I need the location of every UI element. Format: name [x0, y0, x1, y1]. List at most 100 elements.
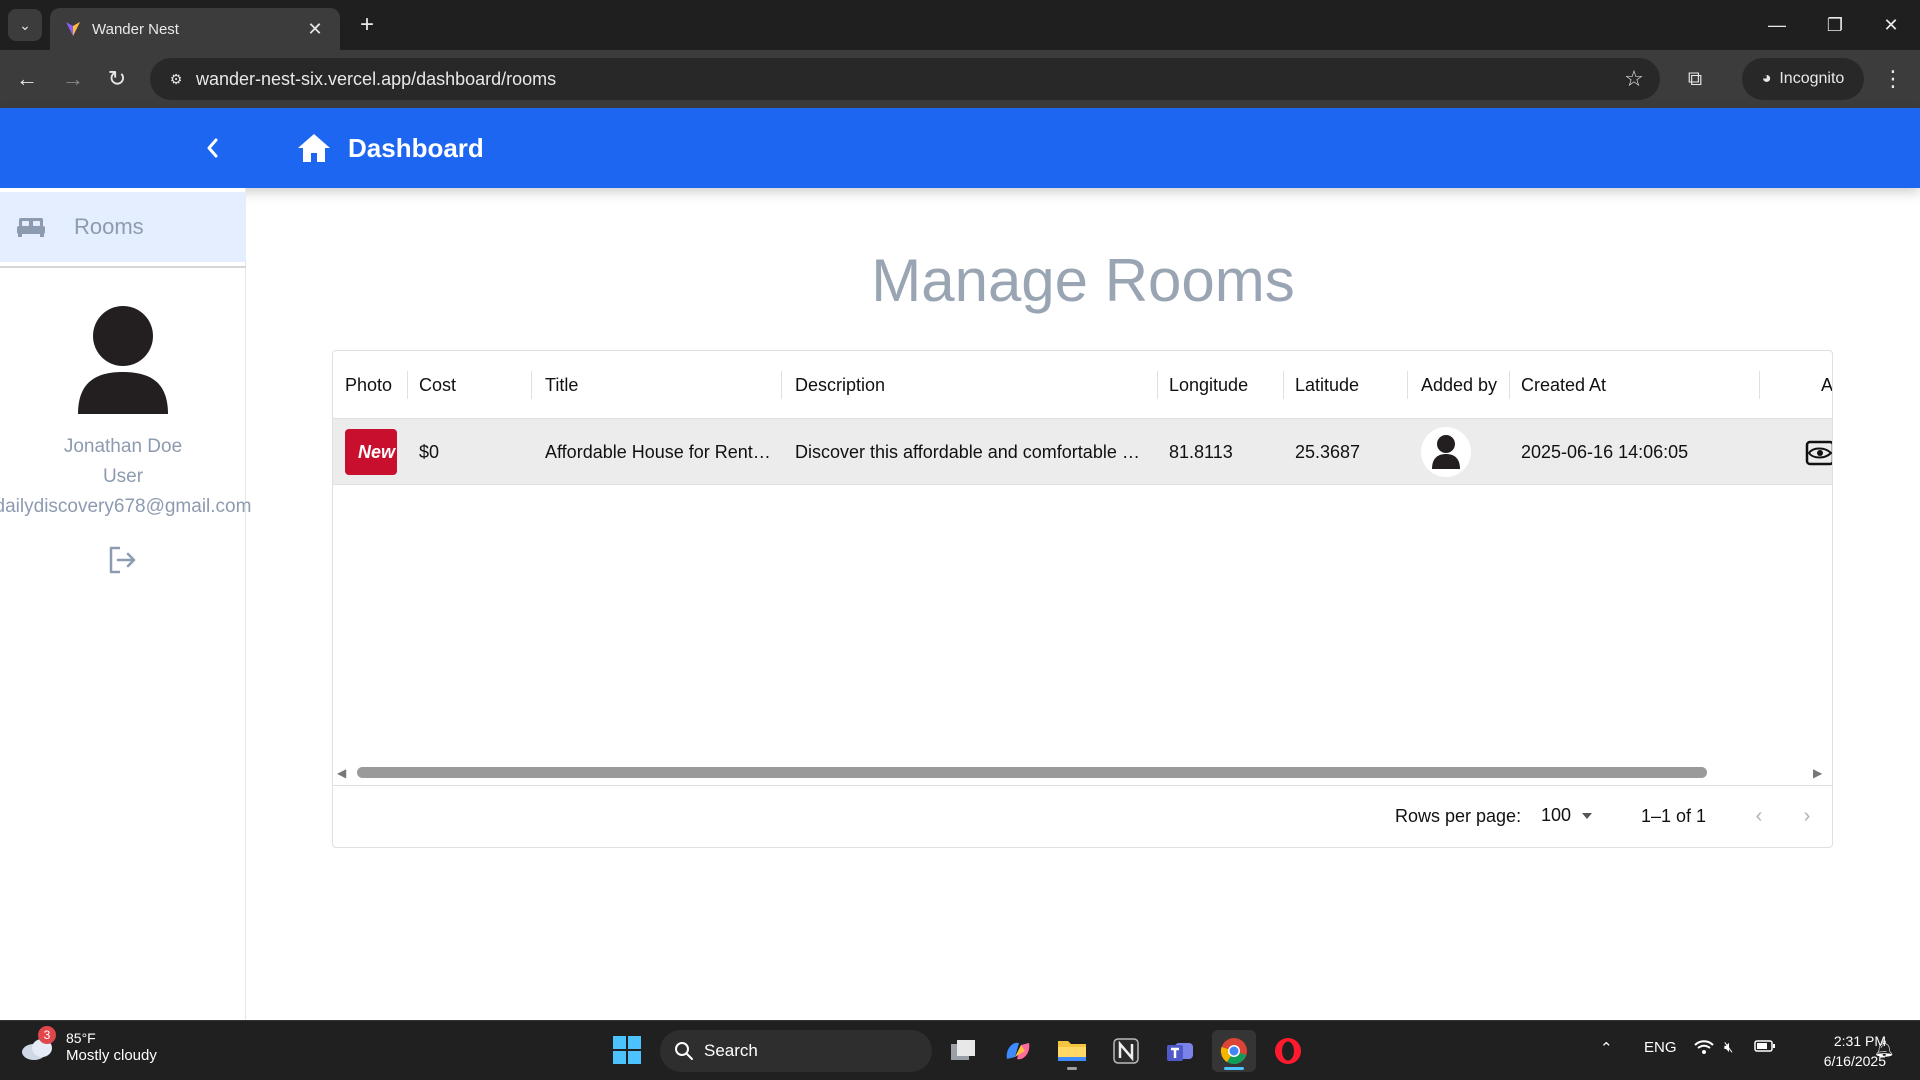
opera-icon[interactable]	[1266, 1030, 1310, 1072]
column-header-longitude[interactable]: Longitude	[1169, 351, 1248, 419]
cost-cell[interactable]: $0	[419, 419, 439, 485]
room-photo-text: New	[357, 441, 395, 462]
windows-start-icon[interactable]	[612, 1035, 642, 1065]
incognito-indicator[interactable]: ◕ Incognito	[1742, 58, 1864, 100]
close-tab-icon[interactable]: ✕	[304, 19, 326, 40]
latitude-cell[interactable]: 25.3687	[1295, 419, 1360, 485]
notion-icon[interactable]	[1104, 1030, 1148, 1072]
page-title: Manage Rooms	[871, 247, 1295, 314]
description-cell[interactable]: Discover this affordable and comfortable…	[795, 419, 1147, 485]
column-separator[interactable]	[1407, 371, 1408, 399]
tab-search-button[interactable]: ⌄	[8, 9, 42, 41]
windows-taskbar: 3 85°F Mostly cloudy Search ⌃ ENG 🔇︎ 2:3…	[0, 1020, 1920, 1080]
column-header-photo[interactable]: Photo	[345, 351, 392, 419]
scroll-right-arrow-icon[interactable]: ▶	[1813, 766, 1827, 780]
rows-per-page-label: Rows per page:	[1395, 806, 1522, 826]
wifi-icon[interactable]	[1694, 1039, 1714, 1059]
photo-cell[interactable]: New	[345, 419, 397, 485]
added-by-cell[interactable]	[1421, 419, 1471, 485]
new-tab-button[interactable]: +	[352, 10, 382, 40]
clock-time: 2:31 PM	[1833, 1033, 1886, 1049]
teams-icon[interactable]	[1158, 1030, 1202, 1072]
extensions-icon[interactable]: ⧉	[1680, 64, 1710, 94]
running-indicator	[1224, 1067, 1244, 1070]
column-header-created-at[interactable]: Created At	[1521, 351, 1606, 419]
minimize-button[interactable]: —	[1748, 0, 1806, 50]
weather-temperature: 85°F	[66, 1030, 96, 1046]
column-separator[interactable]	[1509, 371, 1510, 399]
chrome-icon[interactable]	[1212, 1030, 1256, 1072]
language-indicator[interactable]: ENG	[1644, 1039, 1677, 1056]
battery-icon[interactable]	[1754, 1039, 1776, 1057]
created-at-cell[interactable]: 2025-06-16 14:06:05	[1521, 419, 1688, 485]
sidebar: Rooms Jonathan Doe User dailydiscovery67…	[0, 188, 251, 1020]
copilot-icon[interactable]	[996, 1030, 1040, 1072]
added-by-avatar	[1421, 427, 1471, 477]
browser-tab[interactable]: Wander Nest ✕	[50, 8, 340, 50]
caret-down-icon	[1582, 812, 1593, 819]
file-explorer-icon[interactable]	[1050, 1030, 1094, 1072]
bookmark-star-icon[interactable]: ☆	[1614, 66, 1654, 92]
back-button[interactable]: ←	[12, 64, 42, 94]
user-role: User	[102, 466, 144, 487]
rows-per-page-select[interactable]: 100	[1541, 805, 1593, 826]
next-page-button[interactable]: ›	[1793, 802, 1821, 830]
url-text[interactable]: wander-nest-six.vercel.app/dashboard/roo…	[196, 69, 1614, 90]
horizontal-scrollbar[interactable]: ◀ ▶	[333, 763, 1832, 783]
browser-toolbar: ← → ↻ ⚙ wander-nest-six.vercel.app/dashb…	[0, 50, 1920, 108]
show-hidden-icons-chevron-up-icon[interactable]: ⌃	[1600, 1039, 1613, 1057]
search-icon	[675, 1042, 693, 1060]
column-separator[interactable]	[407, 371, 408, 399]
previous-page-button[interactable]: ‹	[1745, 802, 1773, 830]
speaker-muted-icon[interactable]: 🔇︎	[1724, 1039, 1733, 1056]
column-header-description[interactable]: Description	[795, 351, 885, 419]
user-name: Jonathan Doe	[63, 436, 183, 457]
column-separator[interactable]	[531, 371, 532, 399]
forward-button[interactable]: →	[58, 64, 88, 94]
column-separator[interactable]	[1157, 371, 1158, 399]
header-title[interactable]: Dashboard	[348, 132, 484, 164]
column-header-added-by[interactable]: Added by	[1421, 351, 1497, 419]
title-cell[interactable]: Affordable House for Rent…	[545, 419, 771, 485]
longitude-cell[interactable]: 81.8113	[1169, 419, 1233, 485]
column-separator[interactable]	[1759, 371, 1760, 399]
table-row[interactable]: New $0 Affordable House for Rent… Discov…	[333, 419, 1833, 485]
reload-button[interactable]: ↻	[102, 64, 132, 94]
incognito-label: Incognito	[1779, 70, 1845, 87]
user-email: dailydiscovery678@gmail.com	[0, 496, 252, 517]
scrollbar-thumb[interactable]	[357, 767, 1707, 778]
close-window-button[interactable]: ✕	[1862, 0, 1920, 50]
column-separator[interactable]	[781, 371, 782, 399]
weather-widget[interactable]: 3 85°F Mostly cloudy	[20, 1026, 157, 1065]
chevron-left-icon	[207, 138, 218, 158]
task-view-icon[interactable]	[942, 1030, 986, 1072]
running-indicator	[1067, 1067, 1077, 1070]
notification-bell-icon[interactable]: 🔔︎	[1874, 1039, 1894, 1059]
room-photo: New	[345, 429, 397, 475]
column-header-latitude[interactable]: Latitude	[1295, 351, 1359, 419]
browser-menu-icon[interactable]: ⋮	[1878, 64, 1908, 94]
view-icon[interactable]	[1805, 438, 1833, 466]
wander-nest-favicon	[66, 22, 80, 36]
cloud-icon: 3	[20, 1026, 56, 1062]
collapse-sidebar-button[interactable]	[196, 132, 228, 164]
system-clock[interactable]: 2:31 PM 6/16/2025	[1786, 1031, 1886, 1071]
scroll-left-arrow-icon[interactable]: ◀	[337, 766, 351, 780]
site-info-icon[interactable]: ⚙	[156, 71, 196, 88]
restore-button[interactable]: ❐	[1806, 0, 1864, 50]
column-header-cost[interactable]: Cost	[419, 351, 456, 419]
address-bar[interactable]: ⚙ wander-nest-six.vercel.app/dashboard/r…	[150, 58, 1660, 100]
user-avatar-icon	[1432, 435, 1460, 469]
sidebar-item-rooms[interactable]: Rooms	[0, 192, 246, 262]
column-header-actions[interactable]: A	[1821, 351, 1832, 419]
table-pagination: Rows per page: 100 1–1 of 1 ‹ ›	[333, 785, 1832, 847]
home-icon[interactable]	[296, 132, 332, 164]
actions-cell[interactable]	[1805, 419, 1833, 485]
taskbar-search[interactable]: Search	[660, 1030, 932, 1072]
clock-date: 6/16/2025	[1823, 1053, 1886, 1069]
column-header-title[interactable]: Title	[545, 351, 578, 419]
chevron-right-icon: ›	[1803, 804, 1811, 827]
logout-icon[interactable]	[106, 544, 138, 576]
incognito-icon: ◕	[1761, 70, 1772, 87]
column-separator[interactable]	[1283, 371, 1284, 399]
